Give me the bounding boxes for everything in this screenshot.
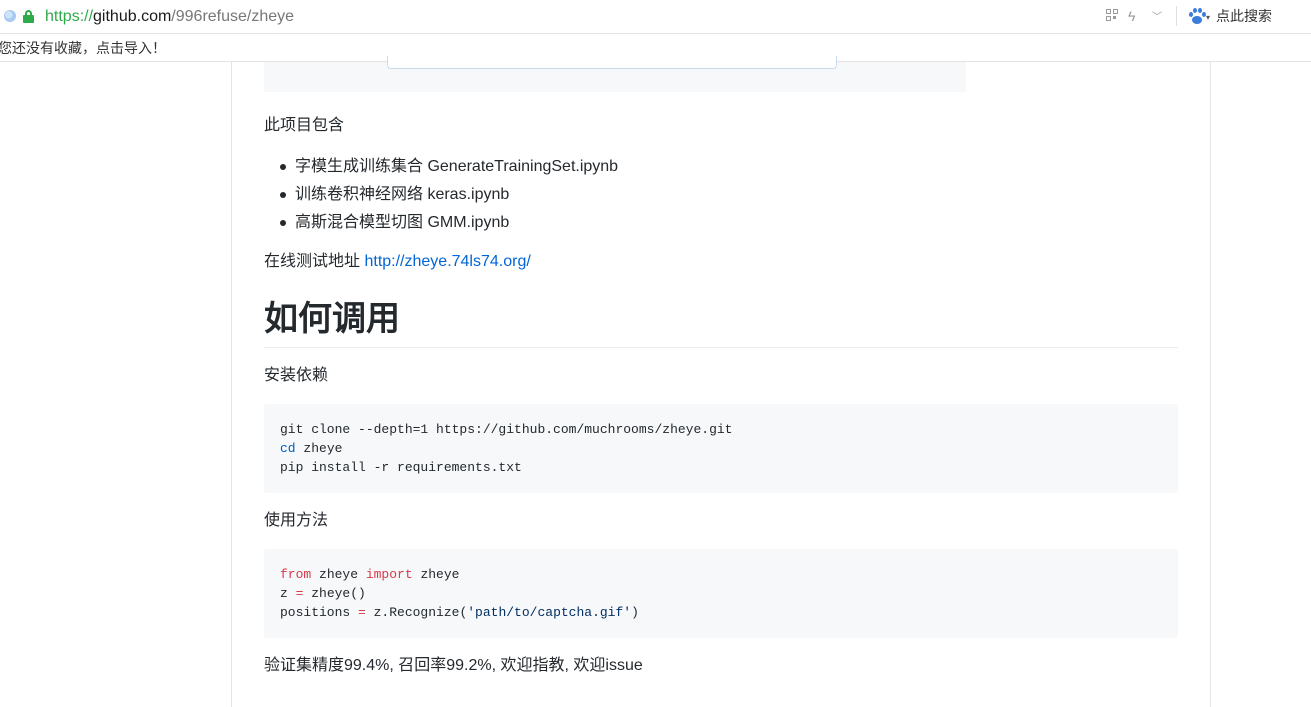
contents-list: 字模生成训练集合 GenerateTrainingSet.ipynb 训练卷积神… [279,155,618,239]
code-text: ) [631,605,639,620]
usage-code-block[interactable]: from zheye import zheye z = zheye() posi… [264,549,1178,638]
chevron-down-icon[interactable]: ﹀ [1152,11,1162,25]
url-path: /996refuse/zheye [171,8,295,25]
address-bar[interactable]: https://github.com/996refuse/zheye ϟ ﹀ ▾… [0,0,1311,34]
previous-code-block [264,56,966,92]
code-line: from zheye import zheye [280,565,1162,584]
url-text[interactable]: https://github.com/996refuse/zheye [45,7,294,27]
code-text: zheye() [303,586,366,601]
url-scheme: https:// [45,8,94,25]
contains-label: 此项目包含 [264,117,345,134]
code-text: zheye [311,567,366,582]
code-line: cd zheye [280,439,1162,458]
online-test-link[interactable]: http://zheye.74ls74.org/ [364,253,530,270]
code-text: positions [280,605,359,620]
stats-text: 验证集精度99.4%, 召回率99.2%, 欢迎指教, 欢迎issue [264,657,643,674]
site-info-icon[interactable] [4,10,16,22]
usage-label: 使用方法 [264,512,329,529]
code-line: z = zheye() [280,584,1162,603]
code-operator: = [358,605,366,620]
list-item: 字模生成训练集合 GenerateTrainingSet.ipynb [279,155,618,183]
code-keyword: import [365,567,413,582]
search-button[interactable]: 点此搜索 [1216,7,1272,25]
install-code-block[interactable]: git clone --depth=1 https://github.com/m… [264,404,1178,493]
heading-divider [264,347,1178,348]
import-bookmarks-link[interactable]: 您还没有收藏，点击导入！ [0,39,166,57]
embedded-image-frame [387,56,837,69]
url-host: github.com [93,8,172,25]
content-border-right [1210,62,1211,707]
online-test-line: 在线测试地址 http://zheye.74ls74.org/ [264,250,531,274]
content-border-left [231,62,232,707]
code-keyword: cd [280,441,296,456]
code-text: z [280,586,296,601]
qr-code-icon[interactable] [1106,9,1118,21]
install-label: 安装依赖 [264,367,329,384]
toolbar-divider [1176,6,1177,26]
online-test-label: 在线测试地址 [264,253,361,270]
lock-icon[interactable] [23,10,34,23]
code-string: 'path/to/captcha.gif' [467,605,632,620]
code-line: pip install -r requirements.txt [280,460,522,475]
code-text: z.Recognize( [365,605,468,620]
code-text: zheye [295,441,343,456]
section-heading: 如何调用 [264,300,400,338]
list-item: 训练卷积神经网络 keras.ipynb [279,183,618,211]
list-item: 高斯混合模型切图 GMM.ipynb [279,211,618,239]
lightning-icon[interactable]: ϟ [1128,9,1135,23]
code-text: zheye [412,567,460,582]
search-engine-caret-icon[interactable]: ▾ [1206,13,1210,22]
code-line: git clone --depth=1 https://github.com/m… [280,422,733,437]
code-line: positions = z.Recognize('path/to/captcha… [280,603,1162,622]
baidu-paw-icon[interactable] [1188,7,1206,25]
code-keyword: from [280,567,312,582]
